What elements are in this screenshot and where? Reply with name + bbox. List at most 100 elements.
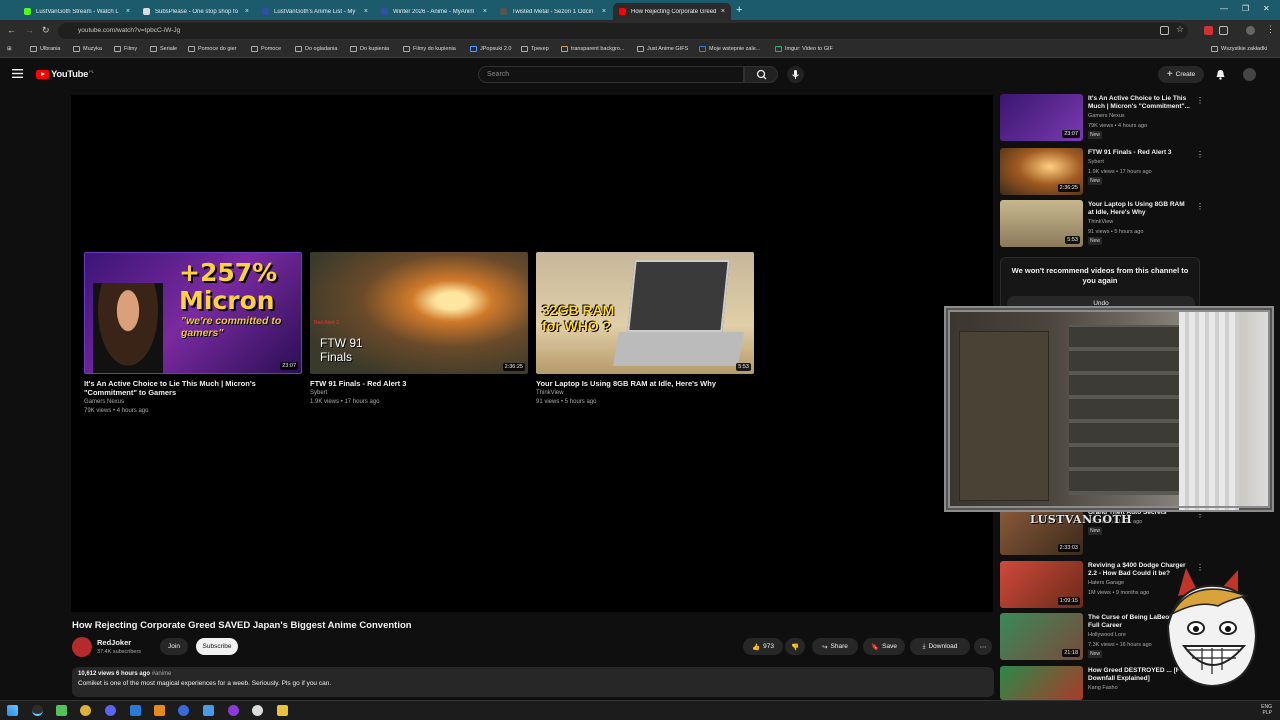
- apps-grid-icon[interactable]: ⊞: [7, 46, 12, 52]
- windows-start-icon[interactable]: [7, 705, 18, 716]
- endscreen-thumbnail[interactable]: 32GB RAM for WHO ? 5:53: [536, 252, 754, 374]
- bookmark-star-icon[interactable]: ☆: [1176, 24, 1184, 35]
- chrome-taskbar-icon[interactable]: [32, 705, 43, 716]
- site-icon: [561, 46, 568, 52]
- obs-taskbar-icon[interactable]: [252, 705, 263, 716]
- account-avatar[interactable]: [1243, 68, 1256, 81]
- system-tray[interactable]: ENG PLP: [1261, 704, 1272, 716]
- download-button[interactable]: ⤓ Download: [910, 638, 970, 655]
- channel-name[interactable]: RedJoker: [97, 638, 131, 647]
- channel-avatar[interactable]: [72, 637, 92, 657]
- recommended-video[interactable]: 23:07 It's An Active Choice to Lie This …: [1000, 94, 1204, 144]
- browser-tab[interactable]: LustVanGoth's Anime List - My ×: [256, 3, 374, 20]
- endscreen-thumbnail[interactable]: +257% Micron "we're committed to gamers"…: [84, 252, 302, 374]
- like-button[interactable]: 👍 973: [743, 638, 783, 655]
- bookmark-folder[interactable]: Filmy: [114, 46, 137, 52]
- discord-taskbar-icon[interactable]: [105, 705, 116, 716]
- close-tab-icon[interactable]: ×: [126, 8, 130, 15]
- vlc-taskbar-icon[interactable]: [154, 705, 165, 716]
- minimize-icon[interactable]: —: [1220, 4, 1228, 13]
- search-button[interactable]: [744, 66, 778, 83]
- more-actions-button[interactable]: ⋯: [974, 638, 992, 655]
- bookmark-folder[interactable]: Seriale: [150, 46, 177, 52]
- reload-icon[interactable]: ↻: [42, 25, 50, 36]
- close-window-icon[interactable]: ✕: [1263, 4, 1270, 13]
- video-thumbnail[interactable]: 1:09:15: [1000, 561, 1083, 608]
- bookmark-link[interactable]: Moje wstepnie zale...: [699, 46, 760, 52]
- bookmark-folder[interactable]: Pomoce: [251, 46, 281, 52]
- profile-avatar-icon[interactable]: [1246, 26, 1255, 35]
- endscreen-card[interactable]: +257% Micron "we're committed to gamers"…: [84, 252, 302, 416]
- more-vertical-icon[interactable]: ⋮: [1196, 150, 1204, 159]
- bookmark-link[interactable]: Just Anime GIFS: [637, 46, 688, 52]
- webcam-door-image: [959, 331, 1049, 501]
- save-button[interactable]: 🔖 Save: [863, 638, 905, 655]
- bookmark-link[interactable]: Imgur: Video to GIF: [775, 46, 833, 52]
- video-thumbnail[interactable]: [1000, 666, 1083, 700]
- browser-tab[interactable]: LustVanGoth Stream - Watch L ×: [18, 3, 136, 20]
- close-tab-icon[interactable]: ×: [483, 8, 487, 15]
- chrome-menu-icon[interactable]: ⋮: [1266, 24, 1275, 35]
- close-tab-icon[interactable]: ×: [364, 8, 368, 15]
- video-thumbnail[interactable]: 23:07: [1000, 94, 1083, 141]
- close-tab-icon[interactable]: ×: [721, 8, 725, 15]
- other-bookmarks[interactable]: Wszystkie zakładki: [1211, 46, 1267, 52]
- endscreen-card[interactable]: FTW 91 Finals Red Alert 3 2:36:25 FTW 91…: [310, 252, 528, 407]
- notifications-bell-icon[interactable]: [1215, 69, 1226, 80]
- close-tab-icon[interactable]: ×: [245, 8, 249, 15]
- dislike-button[interactable]: 👎: [785, 638, 805, 655]
- file-explorer-taskbar-icon[interactable]: [277, 705, 288, 716]
- video-thumbnail[interactable]: 5:53: [1000, 200, 1083, 247]
- bookmark-link[interactable]: transparent backgro...: [561, 46, 625, 52]
- create-button[interactable]: + Create: [1158, 66, 1204, 83]
- more-vertical-icon[interactable]: ⋮: [1196, 96, 1204, 105]
- recommended-video[interactable]: 5:53 Your Laptop Is Using 8GB RAM at Idl…: [1000, 200, 1204, 250]
- app-taskbar-icon[interactable]: [80, 705, 91, 716]
- app-taskbar-icon[interactable]: [130, 705, 141, 716]
- bookmark-folder[interactable]: Do ogladania: [295, 46, 337, 52]
- back-icon[interactable]: ←: [7, 25, 16, 35]
- url-text[interactable]: youtube.com/watch?v=tpbcC-iW-Jg: [78, 27, 180, 34]
- extension-icon[interactable]: [1204, 26, 1213, 35]
- cast-icon[interactable]: [1160, 26, 1169, 35]
- bookmark-folder[interactable]: Filmy do kupienia: [403, 46, 456, 52]
- site-icon: [637, 46, 644, 52]
- new-tab-button[interactable]: +: [736, 4, 742, 16]
- endscreen-thumbnail[interactable]: FTW 91 Finals Red Alert 3 2:36:25: [310, 252, 528, 374]
- endscreen-card[interactable]: 32GB RAM for WHO ? 5:53 Your Laptop Is U…: [536, 252, 754, 407]
- browser-tab-active[interactable]: How Rejecting Corporate Greed ×: [613, 3, 731, 20]
- app-taskbar-icon[interactable]: [203, 705, 214, 716]
- description-box[interactable]: 10,612 views 6 hours ago #anime Comiket …: [72, 667, 994, 697]
- save-playlist-icon: 🔖: [871, 643, 880, 651]
- video-thumbnail[interactable]: 2:36:25: [1000, 148, 1083, 195]
- app-taskbar-icon[interactable]: [178, 705, 189, 716]
- restore-icon[interactable]: ❐: [1242, 4, 1249, 13]
- video-thumbnail[interactable]: 21:18: [1000, 613, 1083, 660]
- join-button[interactable]: Join: [160, 638, 188, 655]
- bookmark-link[interactable]: JPopsuki 2.0: [470, 46, 512, 52]
- bookmark-folder[interactable]: Pomoce do gier: [188, 46, 237, 52]
- bookmark-folder[interactable]: Do kupienia: [350, 46, 389, 52]
- hashtag-link[interactable]: #anime: [152, 671, 172, 677]
- more-vertical-icon[interactable]: ⋮: [1196, 202, 1204, 211]
- browser-tab[interactable]: Winter 2026 - Anime - MyAnim ×: [375, 3, 493, 20]
- omnibox[interactable]: [58, 23, 1188, 39]
- forward-icon[interactable]: →: [25, 25, 34, 35]
- browser-tab[interactable]: SubsPlease - One stop shop fo ×: [137, 3, 255, 20]
- bookmark-folder[interactable]: Muzyka: [73, 46, 102, 52]
- extensions-puzzle-icon[interactable]: [1219, 26, 1228, 35]
- subscribe-button[interactable]: Subscribe: [196, 638, 238, 655]
- video-player[interactable]: +257% Micron "we're committed to gamers"…: [71, 95, 993, 612]
- recommended-video[interactable]: 2:36:25 FTW 91 Finals - Red Alert 3 Syber…: [1000, 148, 1204, 198]
- search-input[interactable]: Search: [478, 66, 744, 83]
- browser-tab[interactable]: Twisted Metal - Sezon 1 Odcin ×: [494, 3, 612, 20]
- bookmark-folder[interactable]: Ulbrania: [30, 46, 60, 52]
- share-button[interactable]: ↪ Share: [812, 638, 858, 655]
- app-taskbar-icon[interactable]: [228, 705, 239, 716]
- voice-search-button[interactable]: [787, 66, 804, 83]
- bookmark-link[interactable]: Трекер: [521, 46, 549, 52]
- app-taskbar-icon[interactable]: [56, 705, 67, 716]
- close-tab-icon[interactable]: ×: [602, 8, 606, 15]
- hamburger-menu-icon[interactable]: [12, 69, 23, 78]
- youtube-logo[interactable]: YouTube PL: [36, 69, 94, 80]
